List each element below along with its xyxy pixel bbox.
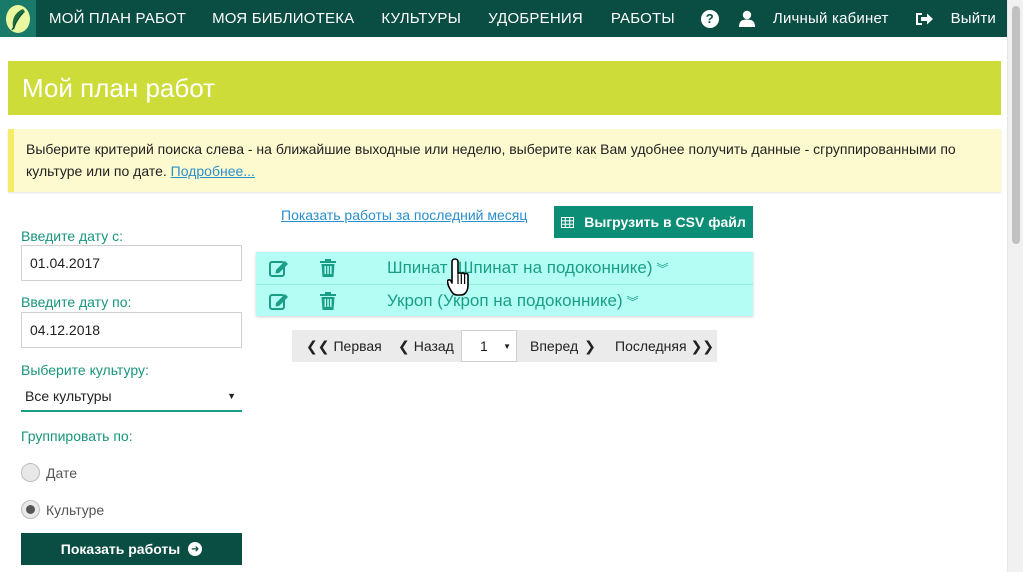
date-to-label: Введите дату по: bbox=[21, 294, 132, 310]
info-text: Выберите критерий поиска слева - на ближ… bbox=[26, 141, 956, 179]
pager-first-button[interactable]: ❮❮ Первая bbox=[306, 330, 382, 362]
pager-last-button[interactable]: Последняя ❯❯ bbox=[615, 330, 714, 362]
chevron-double-down-icon: ︾ bbox=[656, 262, 669, 276]
top-navbar: МОЙ ПЛАН РАБОТ МОЯ БИБЛИОТЕКА КУЛЬТУРЫ У… bbox=[0, 0, 1007, 37]
date-from-label: Введите дату с: bbox=[21, 228, 124, 244]
cabinet-label: Личный кабинет bbox=[772, 10, 889, 27]
list-item: Укроп (Укроп на подоконнике) ︾ bbox=[256, 284, 753, 316]
show-works-label: Показать работы bbox=[60, 541, 181, 557]
pager-first-label: Первая bbox=[333, 338, 382, 354]
pager-prev-label: Назад bbox=[413, 338, 454, 354]
radio-unchecked-icon bbox=[21, 463, 40, 482]
nav-works[interactable]: РАБОТЫ bbox=[611, 0, 675, 37]
more-info-link[interactable]: Подробнее... bbox=[171, 163, 255, 179]
date-from-input[interactable]: 01.04.2017 bbox=[21, 245, 242, 281]
culture-select[interactable]: Все культуры ▼ bbox=[21, 382, 242, 412]
chevron-double-left-icon: ❮❮ bbox=[306, 337, 330, 354]
nav-fertilizers[interactable]: УДОБРЕНИЯ bbox=[488, 0, 583, 37]
trash-icon[interactable] bbox=[320, 259, 336, 277]
logout-link[interactable]: Выйти bbox=[915, 0, 996, 37]
logout-label: Выйти bbox=[950, 10, 996, 27]
scrollbar-thumb[interactable] bbox=[1012, 6, 1020, 244]
page-number-select[interactable]: 1 ▼ bbox=[461, 330, 517, 362]
logo-icon[interactable] bbox=[0, 0, 36, 37]
user-icon bbox=[738, 10, 755, 27]
arrow-circle-right-icon: ➜ bbox=[188, 542, 203, 556]
nav-cultures[interactable]: КУЛЬТУРЫ bbox=[381, 0, 461, 37]
group-by-date-label: Дате bbox=[46, 464, 78, 481]
work-title[interactable]: Укроп (Укроп на подоконнике) ︾ bbox=[387, 291, 639, 311]
chevron-down-icon: ▼ bbox=[227, 391, 236, 401]
export-csv-button[interactable]: Выгрузить в CSV файл bbox=[554, 206, 753, 238]
radio-checked-icon bbox=[21, 500, 40, 519]
culture-label: Выберите культуру: bbox=[21, 362, 149, 378]
list-item: Шпинат (Шпинат на подоконнике) ︾ bbox=[256, 252, 753, 284]
group-label: Группировать по: bbox=[21, 428, 133, 444]
table-icon bbox=[561, 216, 575, 228]
chevron-double-down-icon: ︾ bbox=[626, 295, 639, 309]
edit-icon[interactable] bbox=[269, 259, 290, 277]
work-title-text: Укроп (Укроп на подоконнике) bbox=[387, 291, 623, 310]
user-cabinet-link[interactable]: Личный кабинет bbox=[738, 0, 889, 37]
group-by-date-radio[interactable]: Дате bbox=[21, 463, 77, 482]
group-by-culture-radio[interactable]: Культуре bbox=[21, 500, 104, 519]
help-icon: ? bbox=[700, 9, 719, 28]
nav-my-library[interactable]: МОЯ БИБЛИОТЕКА bbox=[212, 0, 354, 37]
works-list: Шпинат (Шпинат на подоконнике) ︾ Укроп (У… bbox=[256, 252, 753, 316]
work-title[interactable]: Шпинат (Шпинат на подоконнике) ︾ bbox=[387, 258, 669, 278]
page-title: Мой план работ bbox=[8, 61, 1001, 115]
pager-prev-button[interactable]: ❮ Назад bbox=[398, 330, 454, 362]
show-works-button[interactable]: Показать работы ➜ bbox=[21, 533, 242, 565]
pager-next-button[interactable]: Вперед ❯ bbox=[530, 330, 596, 362]
pager-next-label: Вперед bbox=[530, 338, 579, 354]
edit-icon[interactable] bbox=[269, 292, 290, 310]
last-month-link[interactable]: Показать работы за последний месяц bbox=[281, 207, 527, 223]
culture-select-value: Все культуры bbox=[25, 388, 112, 404]
chevron-left-icon: ❮ bbox=[398, 337, 410, 354]
help-button[interactable]: ? bbox=[700, 0, 719, 37]
trash-icon[interactable] bbox=[320, 292, 336, 310]
group-by-culture-label: Культуре bbox=[46, 501, 105, 518]
chevron-down-icon: ▼ bbox=[503, 342, 511, 351]
info-box: Выберите критерий поиска слева - на ближ… bbox=[8, 129, 1001, 192]
pagination: ❮❮ Первая ❮ Назад 1 ▼ Вперед ❯ Последняя… bbox=[292, 330, 717, 362]
chevron-double-right-icon: ❯❯ bbox=[690, 337, 715, 354]
export-csv-label: Выгрузить в CSV файл bbox=[584, 214, 746, 230]
page-scrollbar[interactable] bbox=[1007, 0, 1023, 572]
logout-icon bbox=[915, 12, 933, 25]
nav-my-plan[interactable]: МОЙ ПЛАН РАБОТ bbox=[49, 0, 186, 37]
work-title-text: Шпинат (Шпинат на подоконнике) bbox=[387, 258, 653, 277]
pager-last-label: Последняя bbox=[615, 338, 687, 354]
date-to-input[interactable]: 04.12.2018 bbox=[21, 312, 242, 348]
page-number-value: 1 bbox=[480, 338, 488, 354]
chevron-right-icon: ❯ bbox=[584, 337, 596, 354]
